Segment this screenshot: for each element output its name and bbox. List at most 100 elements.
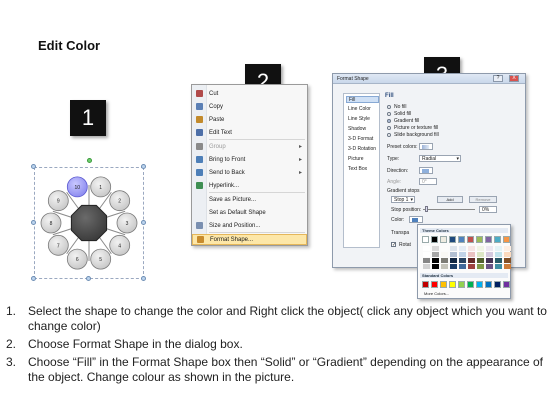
preset-colors-button[interactable] [419,143,433,150]
radio-button[interactable] [387,105,391,109]
standard-color-swatch[interactable] [476,281,483,288]
theme-tint-swatch[interactable] [504,246,511,251]
theme-tint-swatch[interactable] [441,246,448,251]
nav-item-line-style[interactable]: Line Style [346,116,379,123]
theme-tint-swatch[interactable] [468,246,475,251]
stop-position-input[interactable]: 0% [479,206,497,213]
nav-item-line-color[interactable]: Line Color [346,106,379,113]
theme-color-swatch[interactable] [476,236,483,243]
theme-tint-swatch[interactable] [477,258,484,263]
standard-color-swatch[interactable] [458,281,465,288]
nav-item-3-d-rotation[interactable]: 3-D Rotation [346,146,379,153]
menu-item-bring-to-front[interactable]: Bring to Front ▸ [192,154,307,165]
stop-position-slider[interactable] [423,206,475,212]
fill-option-slide-background-fill[interactable]: Slide background fill [387,132,439,138]
theme-tint-swatch[interactable] [441,264,448,269]
theme-tint-swatch[interactable] [468,258,475,263]
standard-color-swatch[interactable] [485,281,492,288]
theme-tint-swatch[interactable] [459,258,466,263]
theme-tint-swatch[interactable] [432,246,439,251]
theme-tint-swatch[interactable] [423,252,430,257]
theme-color-swatch[interactable] [494,236,501,243]
angle-input[interactable]: 0° [419,178,437,185]
theme-tint-swatch[interactable] [450,252,457,257]
theme-tint-swatch[interactable] [504,258,511,263]
menu-item-set-as-default-shape[interactable]: Set as Default Shape [192,207,307,218]
standard-color-swatch[interactable] [503,281,510,288]
nav-item-fill[interactable]: Fill [346,96,379,103]
close-button[interactable]: X [509,75,519,82]
theme-tint-swatch[interactable] [468,264,475,269]
theme-tint-swatch[interactable] [423,264,430,269]
radio-button[interactable] [387,119,391,123]
menu-item-save-as-picture[interactable]: Save as Picture... [192,194,307,205]
radio-button[interactable] [387,112,391,116]
theme-tint-swatch[interactable] [459,252,466,257]
theme-tint-swatch[interactable] [450,258,457,263]
theme-color-swatch[interactable] [458,236,465,243]
theme-color-swatch[interactable] [485,236,492,243]
nav-item-3-d-format[interactable]: 3-D Format [346,136,379,143]
theme-tint-swatch[interactable] [441,252,448,257]
theme-tint-swatch[interactable] [423,246,430,251]
nav-item-picture[interactable]: Picture [346,156,379,163]
radio-button[interactable] [387,133,391,137]
standard-color-swatch[interactable] [440,281,447,288]
standard-color-swatch[interactable] [422,281,429,288]
stop-select[interactable]: Stop 1 ▾ [391,196,415,203]
menu-item-hyperlink[interactable]: Hyperlink... [192,180,307,191]
theme-tint-swatch[interactable] [450,246,457,251]
theme-tint-swatch[interactable] [495,264,502,269]
theme-color-swatch[interactable] [422,236,429,243]
theme-tint-swatch[interactable] [441,258,448,263]
theme-tint-swatch[interactable] [468,252,475,257]
theme-tint-swatch[interactable] [477,252,484,257]
theme-tint-swatch[interactable] [486,258,493,263]
theme-tint-swatch[interactable] [459,246,466,251]
theme-color-swatch[interactable] [503,236,510,243]
menu-item-group[interactable]: Group ▸ [192,141,307,152]
theme-color-swatch[interactable] [449,236,456,243]
fill-option-picture-or-texture-fill[interactable]: Picture or texture fill [387,125,438,131]
radio-button[interactable] [387,126,391,130]
theme-tint-swatch[interactable] [459,264,466,269]
remove-stop-button[interactable]: Remove [469,196,497,203]
theme-tint-swatch[interactable] [432,252,439,257]
nav-item-shadow[interactable]: Shadow [346,126,379,133]
theme-tint-swatch[interactable] [495,246,502,251]
nav-item-text-box[interactable]: Text Box [346,166,379,173]
menu-item-paste[interactable]: Paste [192,114,307,125]
direction-button[interactable] [419,167,433,174]
menu-item-cut[interactable]: Cut [192,88,307,99]
standard-color-swatch[interactable] [494,281,501,288]
theme-tint-swatch[interactable] [504,264,511,269]
theme-tint-swatch[interactable] [504,252,511,257]
rotate-checkbox[interactable]: ✓ [391,242,396,248]
add-stop-button[interactable]: Add [437,196,463,203]
theme-tint-swatch[interactable] [486,246,493,251]
theme-tint-swatch[interactable] [450,264,457,269]
menu-item-copy[interactable]: Copy [192,101,307,112]
standard-color-swatch[interactable] [449,281,456,288]
fill-option-gradient-fill[interactable]: Gradient fill [387,118,419,124]
fill-option-solid-fill[interactable]: Solid fill [387,111,411,117]
theme-color-swatch[interactable] [467,236,474,243]
menu-item-size-and-position[interactable]: Size and Position... [192,220,307,231]
theme-tint-swatch[interactable] [432,264,439,269]
theme-color-swatch[interactable] [431,236,438,243]
circle-diagram[interactable]: 1 2 3 4 5 6 7 8 9 10 [31,158,146,281]
theme-color-swatch[interactable] [440,236,447,243]
menu-item-format-shape[interactable]: Format Shape... [192,234,307,245]
color-picker-button[interactable] [409,216,423,223]
menu-item-send-to-back[interactable]: Send to Back ▸ [192,167,307,178]
theme-tint-swatch[interactable] [486,264,493,269]
theme-tint-swatch[interactable] [477,246,484,251]
slider-thumb[interactable] [425,206,428,212]
theme-tint-swatch[interactable] [486,252,493,257]
theme-tint-swatch[interactable] [432,258,439,263]
fill-option-no-fill[interactable]: No fill [387,104,407,110]
standard-color-swatch[interactable] [467,281,474,288]
theme-tint-swatch[interactable] [477,264,484,269]
menu-item-edit-text[interactable]: Edit Text [192,127,307,138]
theme-tint-swatch[interactable] [495,252,502,257]
